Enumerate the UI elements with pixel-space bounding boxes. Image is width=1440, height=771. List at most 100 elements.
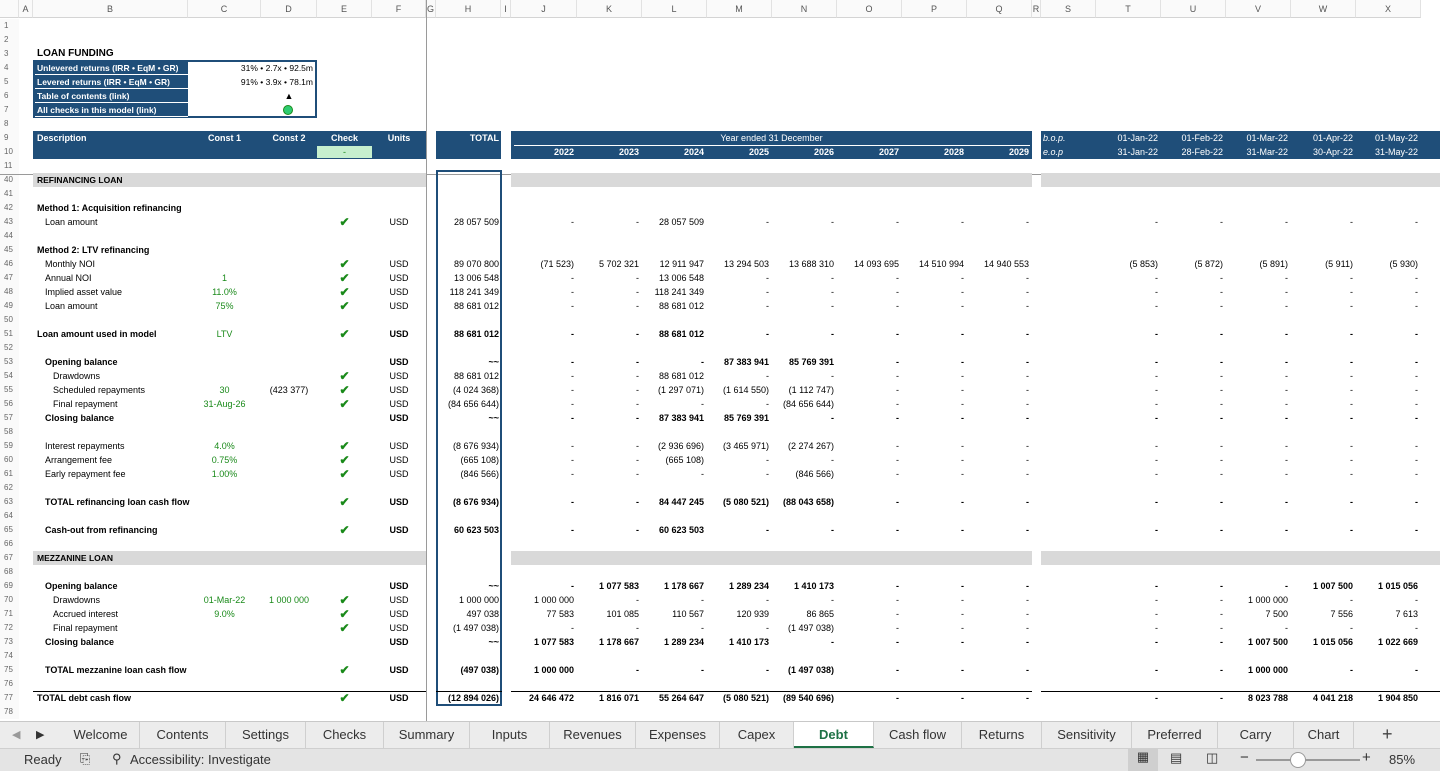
row-number[interactable]: 6 bbox=[0, 89, 19, 103]
month-value[interactable]: 1 904 850 bbox=[1356, 691, 1418, 705]
month-value[interactable]: - bbox=[1356, 467, 1418, 481]
total-cell[interactable]: (497 038) bbox=[436, 663, 499, 677]
total-cell[interactable]: (846 566) bbox=[436, 467, 499, 481]
year-value[interactable]: - bbox=[772, 593, 834, 607]
month-value[interactable]: - bbox=[1356, 593, 1418, 607]
year-value[interactable]: - bbox=[902, 285, 964, 299]
year-value[interactable]: - bbox=[967, 299, 1029, 313]
zoom-out-icon[interactable]: − bbox=[1240, 749, 1249, 766]
year-value[interactable]: - bbox=[967, 285, 1029, 299]
year-value[interactable]: - bbox=[902, 369, 964, 383]
month-value[interactable]: - bbox=[1226, 397, 1288, 411]
spreadsheet-grid[interactable]: A B C D E F G H I J K L M N O P Q R S T U V W X 1 2 3 4 5 6 7 8 9 10 11 40 4… bbox=[0, 0, 1440, 721]
month-value[interactable]: 1 007 500 bbox=[1226, 635, 1288, 649]
column-header-O[interactable]: O bbox=[837, 0, 902, 18]
const1-input[interactable]: 4.0% bbox=[188, 439, 261, 453]
year-value[interactable]: - bbox=[772, 523, 834, 537]
row-number[interactable]: 63 bbox=[0, 495, 19, 509]
total-cell[interactable]: 60 623 503 bbox=[436, 523, 499, 537]
year-value[interactable]: - bbox=[511, 215, 574, 229]
column-header-D[interactable]: D bbox=[261, 0, 317, 18]
row-number[interactable]: 69 bbox=[0, 579, 19, 593]
month-value[interactable]: 1 022 669 bbox=[1356, 635, 1418, 649]
year-value[interactable]: - bbox=[707, 299, 769, 313]
month-value[interactable]: - bbox=[1356, 411, 1418, 425]
year-value[interactable]: 118 241 349 bbox=[642, 285, 704, 299]
year-value[interactable]: - bbox=[902, 271, 964, 285]
column-header-B[interactable]: B bbox=[33, 0, 188, 18]
month-value[interactable]: - bbox=[1291, 215, 1353, 229]
year-value[interactable]: - bbox=[772, 411, 834, 425]
year-value[interactable]: - bbox=[707, 215, 769, 229]
page-layout-view-icon[interactable]: ▤ bbox=[1170, 750, 1182, 766]
column-header-K[interactable]: K bbox=[577, 0, 642, 18]
row-number[interactable]: 76 bbox=[0, 677, 19, 691]
year-value[interactable]: - bbox=[511, 453, 574, 467]
year-value[interactable]: - bbox=[511, 355, 574, 369]
row-number[interactable]: 7 bbox=[0, 103, 19, 117]
month-value[interactable]: (5 911) bbox=[1291, 257, 1353, 271]
year-value[interactable]: - bbox=[967, 271, 1029, 285]
row-number[interactable]: 66 bbox=[0, 537, 19, 551]
month-value[interactable]: - bbox=[1291, 495, 1353, 509]
month-value[interactable]: - bbox=[1161, 593, 1223, 607]
month-value[interactable]: - bbox=[1096, 691, 1158, 705]
year-value[interactable]: - bbox=[511, 621, 574, 635]
month-value[interactable]: (5 853) bbox=[1096, 257, 1158, 271]
year-value[interactable]: - bbox=[902, 299, 964, 313]
year-value[interactable]: 1 178 667 bbox=[577, 635, 639, 649]
month-value[interactable]: - bbox=[1096, 327, 1158, 341]
month-value[interactable]: - bbox=[1226, 285, 1288, 299]
month-value[interactable]: - bbox=[1226, 523, 1288, 537]
row-number[interactable]: 71 bbox=[0, 607, 19, 621]
year-value[interactable]: - bbox=[967, 453, 1029, 467]
year-value[interactable]: 85 769 391 bbox=[772, 355, 834, 369]
row-number[interactable]: 56 bbox=[0, 397, 19, 411]
month-value[interactable]: 7 556 bbox=[1291, 607, 1353, 621]
month-value[interactable]: - bbox=[1096, 355, 1158, 369]
year-value[interactable]: - bbox=[837, 271, 899, 285]
summary-label[interactable]: All checks in this model (link) bbox=[37, 103, 157, 117]
year-value[interactable]: 1 410 173 bbox=[772, 579, 834, 593]
year-value[interactable]: (1 297 071) bbox=[642, 383, 704, 397]
year-value[interactable]: 85 769 391 bbox=[707, 411, 769, 425]
year-value[interactable]: (665 108) bbox=[642, 453, 704, 467]
year-value[interactable]: - bbox=[837, 383, 899, 397]
year-value[interactable]: - bbox=[902, 439, 964, 453]
page-break-view-icon[interactable]: ◫ bbox=[1206, 750, 1218, 766]
month-value[interactable]: - bbox=[1356, 453, 1418, 467]
year-value[interactable]: - bbox=[511, 271, 574, 285]
year-value[interactable]: (84 656 644) bbox=[772, 397, 834, 411]
month-value[interactable]: - bbox=[1096, 467, 1158, 481]
year-value[interactable]: - bbox=[707, 285, 769, 299]
year-value[interactable]: - bbox=[902, 383, 964, 397]
summary-label[interactable]: Table of contents (link) bbox=[37, 89, 129, 103]
year-value[interactable]: - bbox=[967, 663, 1029, 677]
column-header-E[interactable]: E bbox=[317, 0, 372, 18]
year-value[interactable]: - bbox=[837, 397, 899, 411]
row-number[interactable]: 72 bbox=[0, 621, 19, 635]
column-header-J[interactable]: J bbox=[511, 0, 577, 18]
year-value[interactable]: - bbox=[967, 397, 1029, 411]
month-value[interactable]: - bbox=[1291, 453, 1353, 467]
accessibility-icon[interactable]: ⚲ bbox=[112, 751, 122, 767]
row-number[interactable]: 68 bbox=[0, 565, 19, 579]
month-value[interactable]: - bbox=[1096, 369, 1158, 383]
row-number[interactable]: 2 bbox=[0, 33, 19, 47]
year-value[interactable]: - bbox=[837, 453, 899, 467]
month-value[interactable]: - bbox=[1096, 271, 1158, 285]
total-cell[interactable]: 88 681 012 bbox=[436, 369, 499, 383]
month-value[interactable]: - bbox=[1161, 285, 1223, 299]
row-number[interactable]: 67 bbox=[0, 551, 19, 565]
tab-carry[interactable]: Carry bbox=[1218, 722, 1294, 748]
row-number[interactable]: 58 bbox=[0, 425, 19, 439]
year-value[interactable]: - bbox=[837, 299, 899, 313]
year-value[interactable]: 14 093 695 bbox=[837, 257, 899, 271]
year-value[interactable]: - bbox=[902, 691, 964, 705]
row-number[interactable]: 11 bbox=[0, 159, 19, 173]
month-value[interactable]: 1 015 056 bbox=[1356, 579, 1418, 593]
month-value[interactable]: - bbox=[1161, 355, 1223, 369]
year-value[interactable]: - bbox=[577, 383, 639, 397]
tab-summary[interactable]: Summary bbox=[384, 722, 470, 748]
row-number[interactable]: 73 bbox=[0, 635, 19, 649]
